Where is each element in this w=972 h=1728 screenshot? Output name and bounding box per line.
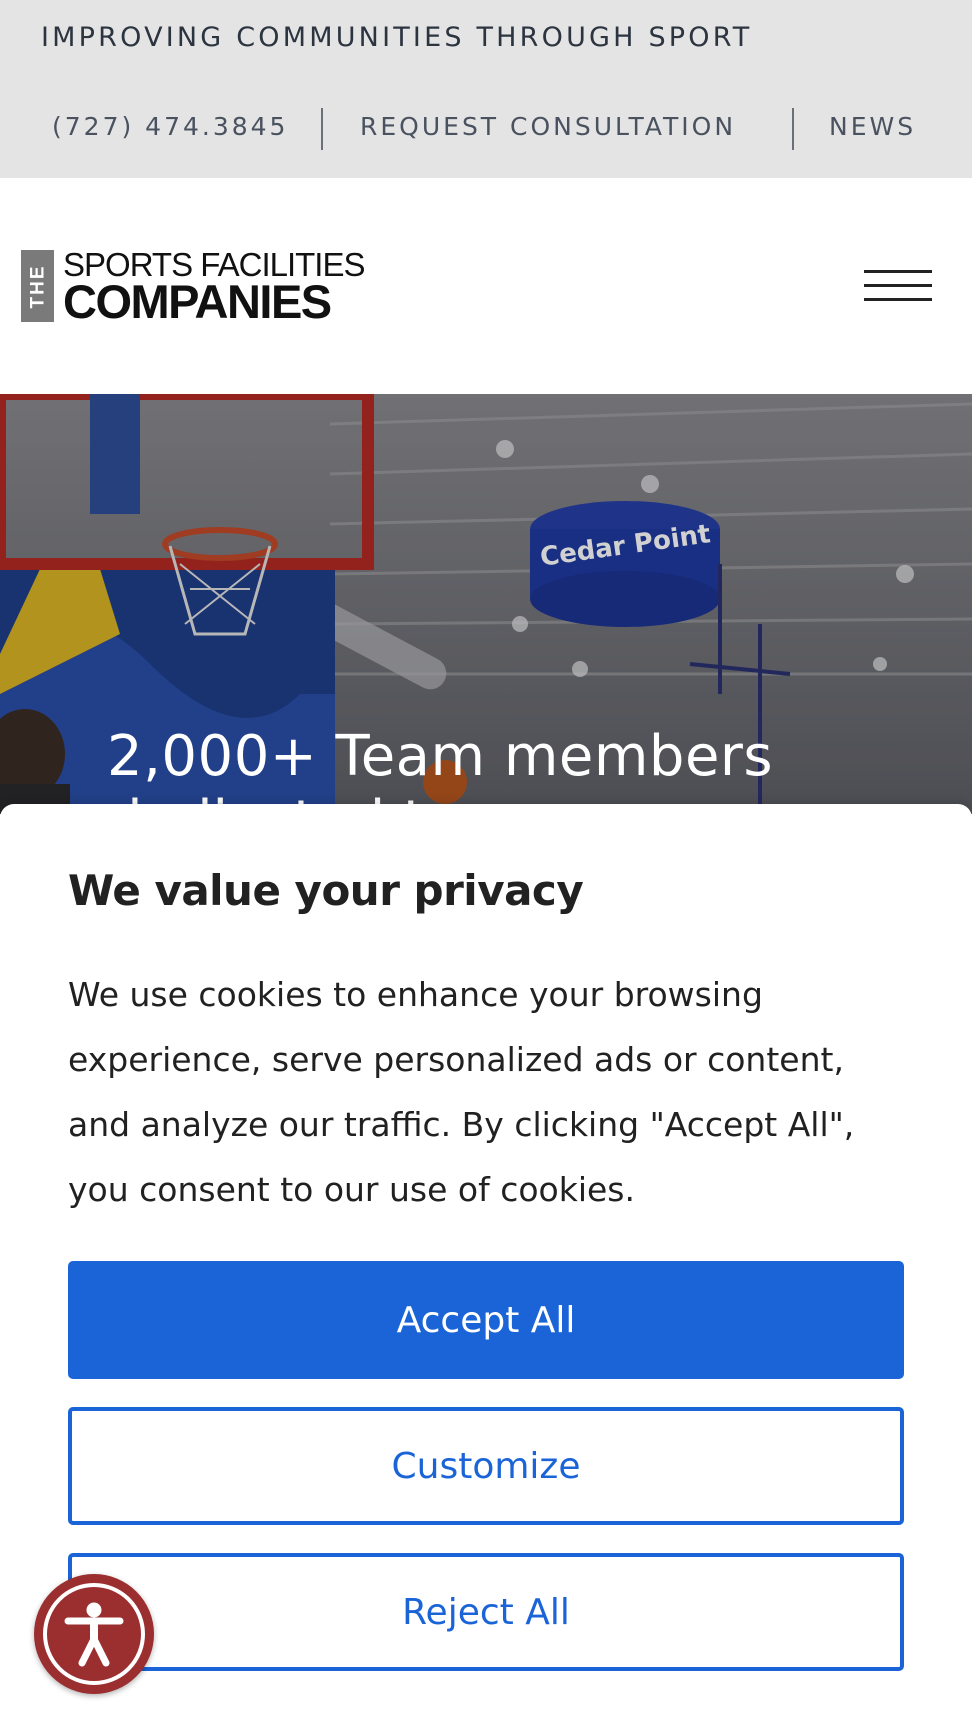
utility-bar: IMPROVING COMMUNITIES THROUGH SPORT (727… — [0, 0, 972, 178]
cookie-consent-modal: We value your privacy We use cookies to … — [0, 804, 972, 1728]
hero-headline-line-1: 2,000+ Team members — [107, 724, 774, 789]
consent-description: We use cookies to enhance your browsing … — [68, 975, 855, 1209]
hamburger-icon[interactable] — [864, 270, 932, 304]
divider — [792, 108, 794, 150]
accessibility-person-icon — [64, 1602, 124, 1667]
divider — [321, 108, 323, 150]
news-link[interactable]: NEWS — [829, 112, 916, 141]
site-header: THE SPORTS FACILITIES COMPANIES — [0, 178, 972, 394]
logo-the-badge: THE — [21, 250, 54, 322]
site-logo[interactable]: THE SPORTS FACILITIES COMPANIES — [21, 247, 381, 330]
phone-link[interactable]: (727) 474.3845 — [52, 112, 288, 141]
utility-nav: (727) 474.3845 REQUEST CONSULTATION NEWS — [0, 108, 972, 154]
hero-banner: Cedar Point 2,000+ Team members dedicate… — [0, 394, 972, 814]
request-consultation-link[interactable]: REQUEST CONSULTATION — [360, 112, 736, 141]
accept-all-button[interactable]: Accept All — [68, 1261, 904, 1379]
reject-all-button[interactable]: Reject All — [68, 1553, 904, 1671]
consent-title: We value your privacy — [68, 866, 584, 915]
accessibility-button[interactable] — [34, 1574, 154, 1694]
logo-line-2: COMPANIES — [63, 275, 332, 328]
customize-button[interactable]: Customize — [68, 1407, 904, 1525]
tagline: IMPROVING COMMUNITIES THROUGH SPORT — [41, 22, 753, 53]
